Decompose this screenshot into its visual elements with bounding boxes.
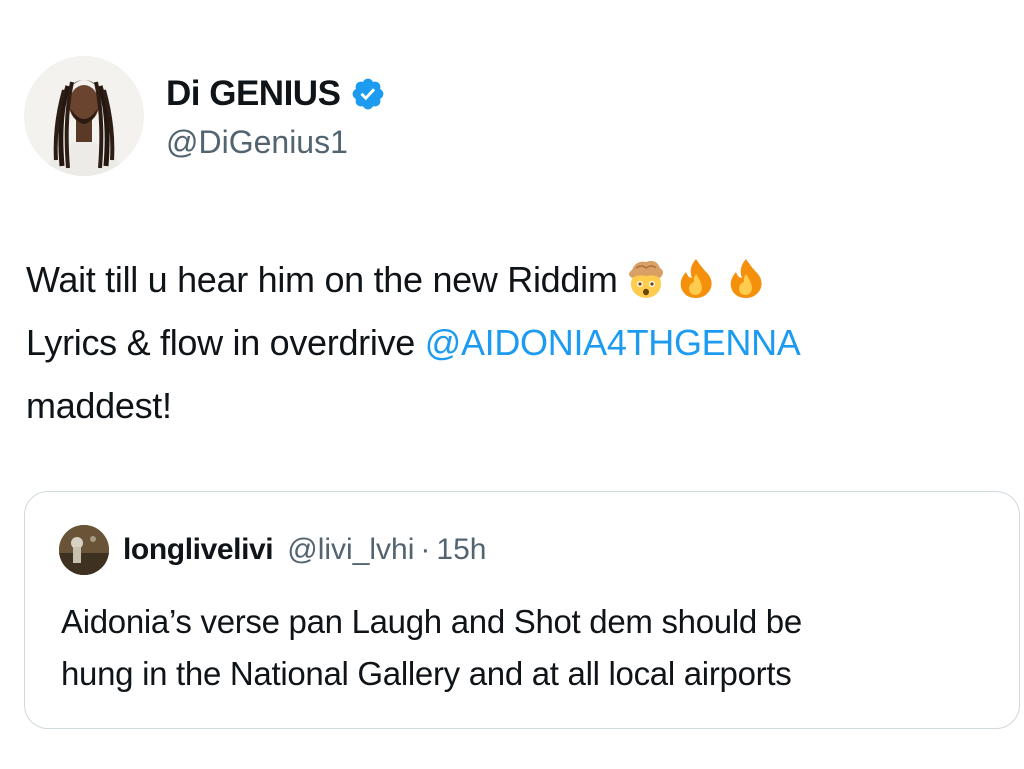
tweet-text-line-1-text: Wait till u hear him on the new Riddim <box>26 259 618 300</box>
quoted-author-avatar[interactable] <box>59 525 109 575</box>
author-name-row: Di GENIUS <box>166 72 386 116</box>
quoted-tweet-text-line-1: Aidonia’s verse pan Laugh and Shot dem s… <box>61 603 802 640</box>
tweet-text-line-2: Lyrics & flow in overdrive @AIDONIA4THGE… <box>26 311 1016 374</box>
quoted-separator: · <box>420 533 431 566</box>
author-name[interactable]: Di GENIUS <box>166 72 341 116</box>
mention-link[interactable]: @AIDONIA4THGENNA <box>425 322 801 363</box>
exploding-head-emoji-icon <box>624 256 668 300</box>
fire-emoji-icon <box>674 256 718 300</box>
quoted-tweet-header: longlivelivi @livi_lvhi · 15h <box>59 525 486 575</box>
tweet-text-line-1: Wait till u hear him on the new Riddim <box>26 248 1016 311</box>
quoted-tweet-card[interactable]: longlivelivi @livi_lvhi · 15h Aidonia’s … <box>24 491 1020 729</box>
quoted-author-handle[interactable]: @livi_lvhi <box>287 533 414 567</box>
tweet-text-line-2-text: Lyrics & flow in overdrive <box>26 322 425 363</box>
quoted-tweet-text: Aidonia’s verse pan Laugh and Shot dem s… <box>61 596 1001 700</box>
quoted-author-name[interactable]: longlivelivi <box>123 533 274 567</box>
author-avatar[interactable] <box>24 56 144 176</box>
author-handle[interactable]: @DiGenius1 <box>166 122 348 162</box>
tweet-text: Wait till u hear him on the new Riddim L… <box>26 248 1016 437</box>
quoted-tweet-text-line-2: hung in the National Gallery and at all … <box>61 655 792 692</box>
quoted-timestamp[interactable]: 15h <box>436 533 486 567</box>
fire-emoji-icon <box>724 256 768 300</box>
tweet-text-line-3: maddest! <box>26 385 172 426</box>
verified-badge-icon[interactable] <box>350 76 386 112</box>
